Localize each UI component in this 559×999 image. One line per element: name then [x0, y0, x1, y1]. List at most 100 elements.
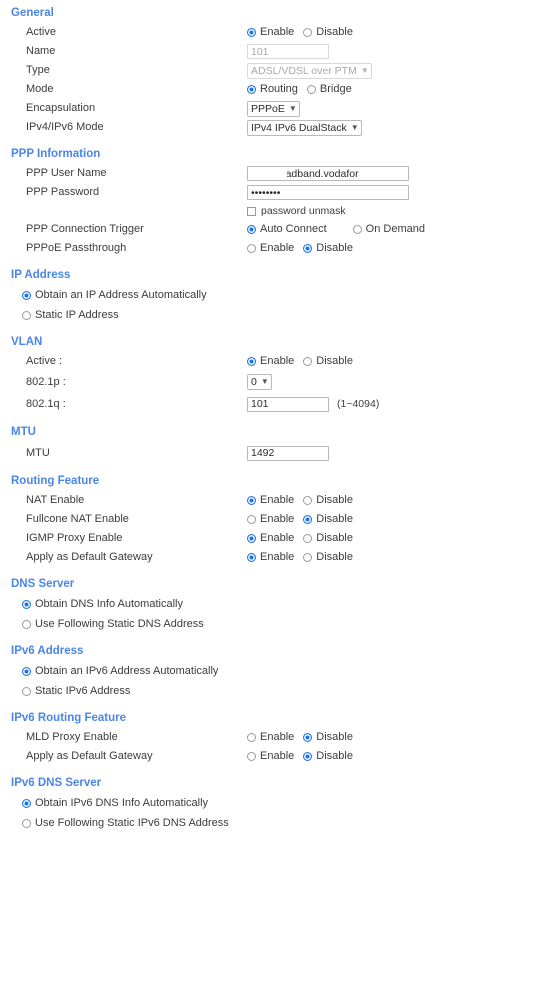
section-vlan: VLAN Active : Enable Disable 802.1p : 0 … — [0, 336, 559, 415]
label-mtu: MTU — [26, 446, 50, 459]
radio-mld-disable[interactable]: Disable — [303, 731, 353, 744]
radio-passthrough-enable[interactable]: Enable — [247, 242, 294, 255]
field-apply-default-gateway: Enable Disable — [247, 548, 353, 567]
radio-icon-selected — [247, 28, 256, 37]
radio-ipv6-gateway-enable[interactable]: Enable — [247, 750, 294, 763]
encapsulation-select[interactable]: PPPoE ▼ — [247, 100, 300, 117]
radio-ipv6-gateway-disable[interactable]: Disable — [303, 750, 353, 763]
row-ppp-username: PPP User Name — [0, 164, 559, 183]
ppp-password-input[interactable] — [247, 185, 409, 200]
radio-vlan-disable[interactable]: Disable — [303, 355, 353, 368]
radio-mode-routing[interactable]: Routing — [247, 83, 298, 96]
radio-trigger-auto-connect[interactable]: Auto Connect — [247, 223, 327, 236]
radio-mld-enable[interactable]: Enable — [247, 731, 294, 744]
field-8021q: (1~4094) — [247, 395, 379, 414]
ip-mode-select[interactable]: IPv4 IPv6 DualStack ▼ — [247, 119, 362, 136]
label-nat-enable: NAT Enable — [26, 494, 85, 506]
row-fullcone-nat-enable: Fullcone NAT Enable Enable Disable — [0, 510, 559, 529]
radio-nat-enable[interactable]: Enable — [247, 494, 294, 507]
radio-label-ipv6-dns-auto: Obtain IPv6 DNS Info Automatically — [35, 796, 209, 809]
radio-dns-static[interactable]: Use Following Static DNS Address — [0, 614, 559, 634]
label-ppp-password: PPP Password — [26, 186, 100, 198]
radio-ipv6-dns-static[interactable]: Use Following Static IPv6 DNS Address — [0, 813, 559, 833]
password-unmask-label: password unmask — [261, 204, 346, 217]
radio-ipv6-dns-auto[interactable]: Obtain IPv6 DNS Info Automatically — [0, 793, 559, 813]
field-ip-mode: IPv4 IPv6 DualStack ▼ — [247, 118, 362, 137]
radio-icon-selected — [303, 515, 313, 524]
field-ppp-password — [247, 183, 409, 202]
field-ppp-username — [247, 164, 409, 183]
name-input — [247, 44, 329, 59]
radio-icon-selected — [22, 666, 31, 676]
vlan-8021q-input[interactable] — [247, 396, 329, 412]
radio-ipv6-auto[interactable]: Obtain an IPv6 Address Automatically — [0, 661, 559, 681]
section-title-ipv6-address: IPv6 Address — [11, 645, 84, 657]
password-unmask-checkbox[interactable] — [247, 206, 256, 216]
radio-vlan-enable[interactable]: Enable — [247, 355, 294, 368]
radio-igmp-disable[interactable]: Disable — [303, 532, 353, 545]
radio-icon-selected — [247, 534, 256, 543]
row-vlan-8021p: 802.1p : 0 ▼ — [0, 371, 559, 393]
type-select: ADSL/VDSL over PTM ▼ — [247, 62, 372, 79]
radio-fullcone-disable[interactable]: Disable — [303, 513, 353, 526]
radio-passthrough-disable[interactable]: Disable — [303, 242, 353, 255]
radio-mode-bridge[interactable]: Bridge — [306, 83, 352, 96]
section-dns-server: DNS Server Obtain DNS Info Automatically… — [0, 578, 559, 634]
radio-active-enable[interactable]: Enable — [247, 26, 294, 39]
radio-icon-selected — [247, 357, 256, 366]
radio-fullcone-enable[interactable]: Enable — [247, 513, 294, 526]
radio-ip-address-static[interactable]: Static IP Address — [0, 305, 559, 325]
radio-label-enable: Enable — [260, 750, 295, 762]
radio-dns-auto[interactable]: Obtain DNS Info Automatically — [0, 594, 559, 614]
radio-label-ip-static: Static IP Address — [35, 308, 119, 321]
radio-igmp-enable[interactable]: Enable — [247, 532, 294, 545]
radio-icon-selected — [22, 290, 31, 300]
row-password-unmask[interactable]: password unmask — [0, 202, 559, 220]
field-ppp-trigger: Auto Connect On Demand — [247, 220, 425, 239]
field-mtu — [247, 444, 329, 463]
row-ipv6-apply-default-gateway: Apply as Default Gateway Enable Disable — [0, 747, 559, 766]
vlan-8021q-hint: (1~4094) — [337, 398, 380, 410]
radio-label-disable: Disable — [316, 242, 353, 254]
section-title-vlan: VLAN — [11, 336, 43, 348]
radio-label-routing: Routing — [260, 83, 298, 95]
radio-label-enable: Enable — [260, 494, 295, 506]
radio-icon-unselected — [303, 496, 313, 505]
radio-icon-selected — [22, 599, 31, 609]
row-pppoe-passthrough: PPPoE Passthrough Enable Disable — [0, 239, 559, 258]
radio-gateway-disable[interactable]: Disable — [303, 551, 353, 564]
radio-icon-selected — [303, 244, 313, 253]
label-ppp-trigger: PPP Connection Trigger — [26, 223, 144, 235]
radio-active-disable[interactable]: Disable — [303, 26, 353, 39]
row-ppp-password: PPP Password — [0, 183, 559, 202]
radio-gateway-enable[interactable]: Enable — [247, 551, 294, 564]
radio-icon-unselected — [22, 619, 31, 629]
radio-group-igmp-proxy: Enable Disable — [247, 532, 353, 545]
section-title-routing-feature: Routing Feature — [11, 475, 100, 487]
label-active: Active — [26, 26, 56, 38]
section-title-general: General — [11, 7, 54, 19]
section-title-ppp: PPP Information — [11, 148, 101, 160]
radio-ipv6-static[interactable]: Static IPv6 Address — [0, 681, 559, 701]
radio-label-enable: Enable — [260, 355, 295, 367]
radio-trigger-on-demand[interactable]: On Demand — [352, 223, 425, 236]
field-8021p: 0 ▼ — [247, 373, 272, 392]
label-vlan-active: Active : — [26, 355, 63, 367]
label-ppp-username: PPP User Name — [26, 167, 107, 179]
label-mld-proxy: MLD Proxy Enable — [26, 731, 118, 743]
radio-nat-disable[interactable]: Disable — [303, 494, 353, 507]
field-name — [247, 42, 329, 61]
mtu-input[interactable] — [247, 445, 329, 461]
radio-group-active: Enable Disable — [247, 26, 353, 39]
field-fullcone-nat: Enable Disable — [247, 510, 353, 529]
label-8021p: 802.1p : — [26, 375, 66, 388]
radio-label-disable: Disable — [316, 532, 353, 544]
field-active: Enable Disable — [247, 23, 353, 42]
radio-icon-selected — [247, 496, 256, 505]
radio-group-vlan-active: Enable Disable — [247, 355, 353, 368]
radio-label-on-demand: On Demand — [365, 223, 425, 235]
radio-icon-unselected — [247, 733, 256, 742]
vlan-8021p-select[interactable]: 0 ▼ — [247, 374, 272, 390]
radio-ip-address-auto[interactable]: Obtain an IP Address Automatically — [0, 285, 559, 305]
section-mtu: MTU MTU — [0, 426, 559, 464]
